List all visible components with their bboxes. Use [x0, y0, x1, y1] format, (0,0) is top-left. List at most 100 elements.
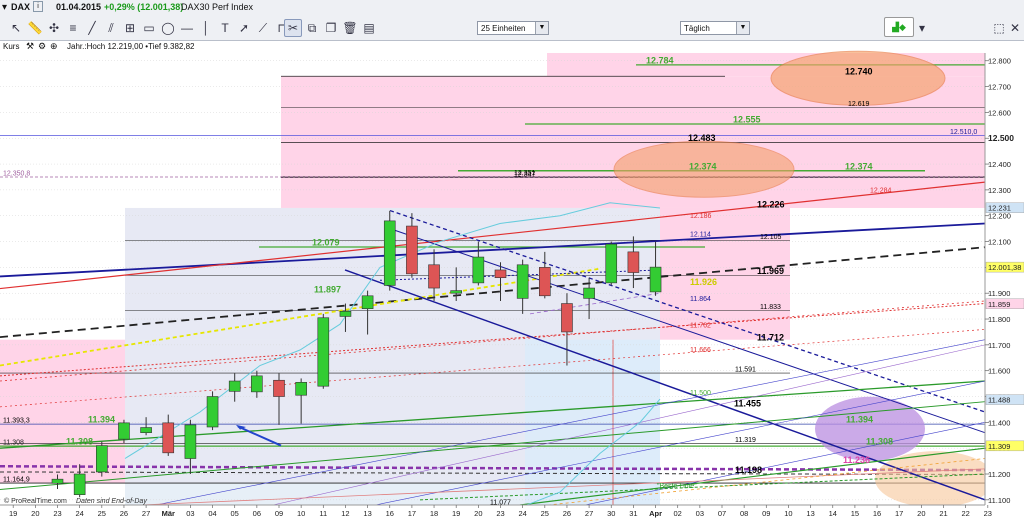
tool-row: ↖ 📏 ✣ ≡ ╱ ⫽ ⊞ ▭ ◯ — │ T ➚ ⟋ ⊓ ✂ ⧉ ❐ 🗑 ▤ … [0, 16, 1024, 40]
level-label: 11.712 [757, 332, 784, 342]
channel-icon[interactable]: ⫽ [102, 19, 120, 37]
candle [516, 264, 529, 299]
y-tick-label: 11.700 [988, 341, 1010, 350]
x-tick-label: 25 [541, 509, 549, 518]
level-label: 11.319 [735, 437, 756, 444]
x-tick-label: 14 [829, 509, 837, 518]
level-label: 12.114 [690, 231, 711, 238]
level-label: 12.186 [690, 213, 712, 220]
credit-note: Daten sind End-of-Day [76, 498, 147, 505]
candle [605, 243, 618, 284]
close-icon[interactable]: ✕ [1006, 19, 1024, 37]
zoom-box-icon[interactable]: ⊞ [121, 19, 139, 37]
info-icon[interactable]: i [33, 1, 43, 12]
level-label: 11.500 [690, 390, 711, 397]
price-tag-label: 11.859 [988, 300, 1010, 309]
y-tick-label: 12.700 [988, 83, 1011, 92]
x-tick-label: 13 [363, 509, 371, 518]
wrench-icon[interactable]: ⚒ [26, 41, 34, 52]
period-select[interactable]: 25 Einheiten ▼ [477, 21, 549, 35]
ruler-icon[interactable]: 📏 [26, 19, 44, 37]
resistance-ellipse-top [770, 50, 946, 106]
x-tick-label: 21 [939, 509, 947, 518]
level-label: 12.079 [312, 237, 340, 247]
interval-select[interactable]: Täglich ▼ [680, 21, 750, 35]
x-tick-label: 26 [563, 509, 571, 518]
candle [538, 267, 551, 297]
settings-icon[interactable]: ⚙ [38, 41, 46, 52]
x-tick-label: 19 [452, 509, 460, 518]
indicator-bar: Kurs ⚒ ⚙ ⊕ Jahr.:Hoch 12.219,00 •Tief 9.… [0, 41, 985, 53]
x-tick-label: 20 [474, 509, 482, 518]
credit-source: © ProRealTime.com [4, 497, 67, 505]
level-label: 12.374 [845, 161, 873, 171]
chevron-down-icon[interactable]: ▾ [913, 19, 931, 37]
plus-icon[interactable]: ⊕ [50, 41, 58, 52]
arrow-icon[interactable]: ➚ [235, 19, 253, 37]
dropdown-arrow-icon[interactable]: ▾ [2, 2, 7, 13]
candle [118, 422, 130, 440]
level-label: 12.284 [870, 188, 892, 195]
symbol-label[interactable]: DAX [11, 2, 30, 12]
price-chart[interactable]: 12.784 12.740 12.619 12.555 12.510,0 12.483 12… [0, 40, 1024, 519]
range-meta: Jahr.:Hoch 12.219,00 •Tief 9.382,82 [67, 42, 195, 51]
candle [73, 473, 86, 495]
trendline-icon[interactable]: ╱ [83, 19, 101, 37]
candle [649, 266, 662, 293]
x-tick-label: 03 [186, 509, 194, 518]
blue-zone-light [525, 339, 660, 508]
y-tick-label: 11.400 [988, 418, 1010, 427]
copy-icon[interactable]: ❐ [322, 19, 340, 37]
text-icon[interactable]: T [216, 19, 234, 37]
x-tick-label: 31 [629, 509, 637, 518]
save-icon[interactable]: ▤ [360, 19, 378, 37]
title-row: ▾ DAX i 01.04.2015 +0,29% (12.001,38) DA… [0, 0, 1024, 14]
annotation-label: "Beste Linie" [657, 483, 697, 490]
settings-icon[interactable]: ✂ [284, 19, 302, 37]
x-tick-label: 24 [518, 509, 526, 518]
crosshair-icon[interactable]: ✣ [45, 19, 63, 37]
x-tick-label: 07 [718, 509, 726, 518]
x-tick-label: 10 [297, 509, 305, 518]
layers-icon[interactable]: ⧉ [303, 19, 321, 37]
y-tick-label: 12.600 [988, 108, 1011, 117]
horizontal-line-icon[interactable]: — [178, 19, 196, 37]
candle [627, 251, 640, 273]
level-label: 12.350,8 [3, 170, 30, 177]
candle [140, 427, 152, 433]
candle [51, 478, 64, 484]
level-label: 11.308 [66, 437, 93, 447]
x-tick-label: 18 [430, 509, 438, 518]
y-tick-label: 11.900 [988, 289, 1010, 298]
x-tick-label: 17 [408, 509, 416, 518]
level-label: 12.555 [733, 115, 761, 125]
trash-icon[interactable]: 🗑 [341, 19, 359, 37]
level-label: 11.236 [843, 455, 870, 465]
chevron-down-icon: ▼ [736, 22, 749, 34]
y-tick-label: 12.300 [988, 186, 1011, 195]
level-label: 11.394 [846, 414, 873, 424]
indicator-icon[interactable]: ▟◆ [884, 17, 914, 37]
rectangle-icon[interactable]: ▭ [140, 19, 158, 37]
date-label: 01.04.2015 [56, 2, 102, 12]
level-label: 11.394 [88, 414, 115, 424]
candle [273, 379, 285, 397]
x-tick-label: 10 [784, 509, 792, 518]
period-select-value: 25 Einheiten [481, 24, 526, 33]
fibonacci-icon[interactable]: ≡ [64, 19, 82, 37]
level-label: 12.347 [514, 171, 536, 178]
ellipse-icon[interactable]: ◯ [159, 19, 177, 37]
price-tag-label: 11.488 [988, 396, 1010, 405]
level-label: 11.926 [690, 277, 717, 287]
level-label: 12.510,0 [950, 129, 977, 136]
x-tick-label: 19 [9, 509, 17, 518]
x-tick-label: 22 [961, 509, 969, 518]
vertical-line-icon[interactable]: │ [197, 19, 215, 37]
level-label: 11.164,9 [3, 477, 30, 484]
cursor-icon[interactable]: ↖ [7, 19, 25, 37]
level-label: 11.591 [735, 367, 756, 374]
x-tick-label: 16 [386, 509, 394, 518]
fan-icon[interactable]: ⟋ [254, 19, 272, 37]
y-tick-label: 11.200 [988, 470, 1010, 479]
candle [228, 380, 241, 392]
